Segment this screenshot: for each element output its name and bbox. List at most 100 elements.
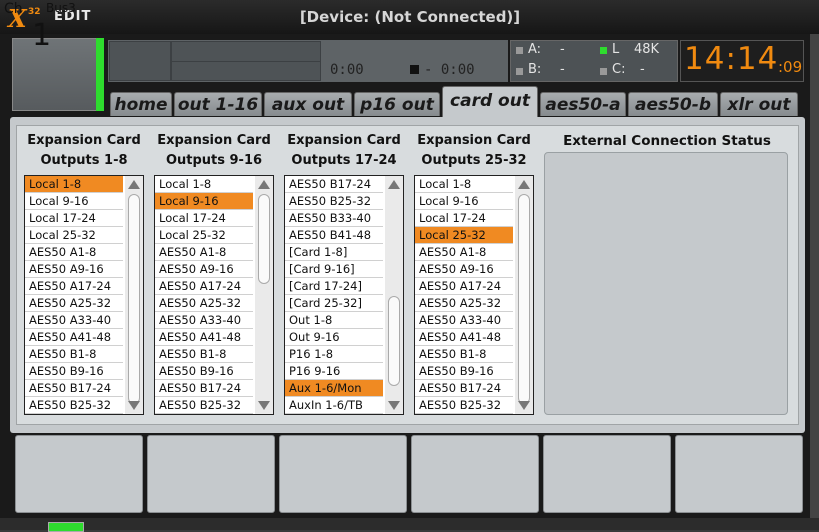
scroll-up-icon[interactable] [128,180,140,189]
sync-a-led [516,47,523,54]
list-item[interactable]: AES50 B25-32 [25,397,123,414]
scrollbar[interactable] [125,176,143,414]
list-item[interactable]: AES50 B33-40 [285,210,383,227]
scroll-down-icon[interactable] [128,401,140,410]
list-item[interactable]: Local 25-32 [415,227,513,244]
meter-block [110,42,170,80]
scroll-down-icon[interactable] [388,401,400,410]
list-item[interactable]: P16 9-16 [285,363,383,380]
tab-p16-out[interactable]: p16 out [354,92,440,116]
list-item[interactable]: AES50 B25-32 [285,193,383,210]
tab-aes50-a[interactable]: aes50-a [540,92,626,116]
list-item[interactable]: Local 9-16 [415,193,513,210]
list-item[interactable]: AES50 B17-24 [25,380,123,397]
scroll-up-icon[interactable] [388,180,400,189]
list-item[interactable]: AES50 B17-24 [155,380,253,397]
tab-out-1-16[interactable]: out 1-16 [174,92,262,116]
list-item[interactable]: Local 9-16 [155,193,253,210]
list-item[interactable]: AES50 A1-8 [25,244,123,261]
column-title-line: Expansion Card [417,133,531,148]
list-item[interactable]: AES50 A25-32 [25,295,123,312]
list-item[interactable]: AES50 B1-8 [155,346,253,363]
list-item[interactable]: AES50 A25-32 [415,295,513,312]
output-source-list-2[interactable]: Local 1-8 Local 9-16 Local 17-24 Local 25-3… [154,175,274,415]
sync-b-label: B: [528,62,542,77]
list-item[interactable]: AES50 A25-32 [155,295,253,312]
bottom-button-3[interactable] [279,435,407,513]
list-item[interactable]: AES50 B17-24 [415,380,513,397]
output-source-list-4[interactable]: Local 1-8 Local 9-16 Local 17-24 Local 25-3… [414,175,534,415]
list-item[interactable]: AES50 A17-24 [415,278,513,295]
scroll-down-icon[interactable] [258,401,270,410]
list-item[interactable]: AES50 A41-48 [155,329,253,346]
scrollbar-thumb[interactable] [258,194,270,284]
list-item[interactable]: Out 1-8 [285,312,383,329]
list-item[interactable]: Local 1-8 [415,176,513,193]
list-item[interactable]: Aux 1-6/Mon [285,380,383,397]
list-item[interactable]: AES50 A17-24 [155,278,253,295]
column-title-line: Outputs 9-16 [165,153,263,168]
list-item[interactable]: Out 9-16 [285,329,383,346]
list-item[interactable]: AES50 B9-16 [415,363,513,380]
list-item[interactable]: [Card 9-16] [285,261,383,278]
scrollbar[interactable] [515,176,533,414]
stop-icon[interactable] [410,65,419,74]
list-item[interactable]: Local 9-16 [25,193,123,210]
list-item[interactable]: AES50 A33-40 [155,312,253,329]
scroll-up-icon[interactable] [518,180,530,189]
tab-aes50-b[interactable]: aes50-b [628,92,718,116]
output-source-list-3[interactable]: AES50 B17-24 AES50 B25-32 AES50 B33-40 AES5… [284,175,404,415]
list-item[interactable]: AES50 B41-48 [285,227,383,244]
scroll-down-icon[interactable] [518,401,530,410]
scrollbar-thumb[interactable] [128,194,140,404]
list-item[interactable]: AES50 B1-8 [415,346,513,363]
list-item[interactable]: Local 25-32 [25,227,123,244]
window-title: [Device: (Not Connected)] [299,8,521,26]
scrollbar[interactable] [255,176,273,414]
list-item[interactable]: AES50 B1-8 [25,346,123,363]
list-item[interactable]: Local 17-24 [415,210,513,227]
list-item[interactable]: AES50 A17-24 [25,278,123,295]
list-item[interactable]: AES50 A1-8 [415,244,513,261]
list-item[interactable]: AES50 A9-16 [415,261,513,278]
scrollbar[interactable] [385,176,403,414]
scrollbar-thumb[interactable] [388,296,400,386]
list-item[interactable]: AES50 A1-8 [155,244,253,261]
list-item[interactable]: AES50 A9-16 [25,261,123,278]
list-item[interactable]: P16 1-8 [285,346,383,363]
list-item[interactable]: Local 25-32 [155,227,253,244]
tab-home[interactable]: home [110,92,172,116]
list-item[interactable]: AES50 A33-40 [415,312,513,329]
tab-card-out[interactable]: card out [442,86,538,118]
bottom-button-2[interactable] [147,435,275,513]
list-item[interactable]: [Card 1-8] [285,244,383,261]
tab-aux-out[interactable]: aux out [264,92,352,116]
list-item[interactable]: AES50 B9-16 [155,363,253,380]
list-item[interactable]: AES50 A9-16 [155,261,253,278]
bottom-button-5[interactable] [543,435,671,513]
output-source-list-1[interactable]: Local 1-8 Local 9-16 Local 17-24 Local 25-3… [24,175,144,415]
list-item[interactable]: Local 17-24 [155,210,253,227]
list-item[interactable]: AES50 A33-40 [25,312,123,329]
list-item[interactable]: [Card 25-32] [285,295,383,312]
channel-display[interactable] [12,38,104,111]
list-item[interactable]: Local 1-8 [25,176,123,193]
list-item[interactable]: AES50 B25-32 [415,397,513,414]
bottom-button-1[interactable] [15,435,143,513]
tab-xlr-out[interactable]: xlr out [720,92,798,116]
list-item[interactable]: AES50 B9-16 [25,363,123,380]
list-item[interactable]: Local 1-8 [155,176,253,193]
scrollbar-thumb[interactable] [518,194,530,404]
list-item[interactable]: [Card 17-24] [285,278,383,295]
bottom-button-4[interactable] [411,435,539,513]
list-item[interactable]: Local 17-24 [25,210,123,227]
list-item[interactable]: AuxIn 1-6/TB [285,397,383,414]
list-item[interactable]: AES50 B25-32 [155,397,253,414]
sync-l-led [600,47,607,54]
bottom-indicator-led[interactable] [48,522,84,532]
list-item[interactable]: AES50 B17-24 [285,176,383,193]
list-item[interactable]: AES50 A41-48 [25,329,123,346]
scroll-up-icon[interactable] [258,180,270,189]
bottom-button-6[interactable] [675,435,803,513]
list-item[interactable]: AES50 A41-48 [415,329,513,346]
